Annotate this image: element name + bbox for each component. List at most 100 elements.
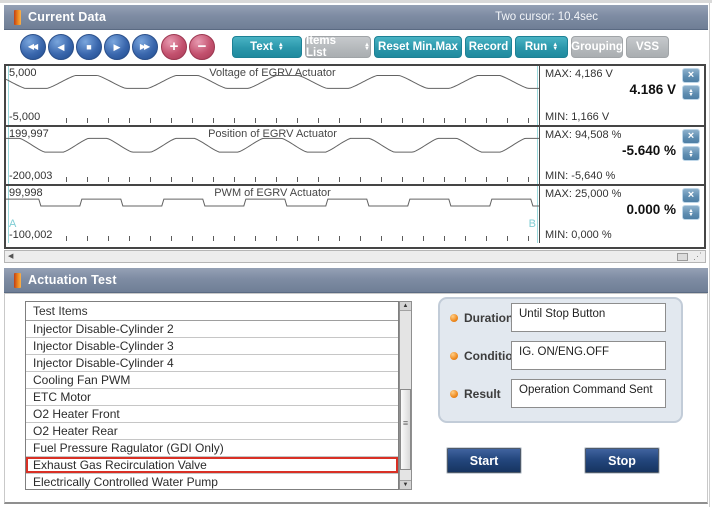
scrollbar-thumb[interactable] <box>677 253 688 261</box>
stop-button[interactable]: Stop <box>585 448 659 473</box>
list-item[interactable]: ETC Motor <box>26 389 398 406</box>
list-item[interactable]: O2 Heater Front <box>26 406 398 423</box>
rewind-button[interactable]: ◀◀ <box>20 34 46 60</box>
close-icon: × <box>688 190 694 201</box>
test-info-panel: Duration Until Stop Button Conditions IG… <box>438 297 683 423</box>
current-data-toolbar: ◀◀ ◀ ■ ▶ ▶▶ + − Text ▲▼ Items List ▲▼ Re… <box>4 30 708 64</box>
app-window: Current Data Two cursor: 10.4sec ◀◀ ◀ ■ … <box>0 0 712 510</box>
close-graph-button[interactable]: × <box>682 68 700 83</box>
list-item[interactable]: Electrically Controlled Water Pump <box>26 474 398 490</box>
list-item[interactable]: Injector Disable-Cylinder 2 <box>26 321 398 338</box>
down-arrow-icon: ▼ <box>688 93 693 97</box>
spinner-icon: ▲▼ <box>364 43 370 52</box>
actuation-test-titlebar: Actuation Test <box>4 268 708 293</box>
scroll-left-icon[interactable]: ◀ <box>8 252 13 260</box>
duration-value: Until Stop Button <box>511 303 666 332</box>
time-ticks <box>66 177 537 182</box>
cursor-b-label: B <box>529 218 536 230</box>
step-back-button[interactable]: ◀ <box>48 34 74 60</box>
thumb-grip-icon: ≡ <box>401 418 410 428</box>
scrollbar-thumb[interactable]: ≡ <box>400 389 411 470</box>
run-button[interactable]: Run ▲▼ <box>515 36 568 58</box>
time-ticks <box>66 118 537 123</box>
list-scrollbar[interactable]: ▲ ≡ ▼ <box>399 301 412 490</box>
play-button[interactable]: ▶ <box>104 34 130 60</box>
two-cursor-status: Two cursor: 10.4sec <box>495 11 598 23</box>
spinner-icon: ▲▼ <box>552 43 558 52</box>
grouping-button[interactable]: Grouping <box>571 36 623 58</box>
graph-plot: 5,000 Voltage of EGRV Actuator -5,000 <box>6 66 539 125</box>
window-top-edge <box>0 0 712 3</box>
spinner-icon: ▲▼ <box>278 43 284 52</box>
list-header: Test Items <box>26 302 398 321</box>
bullet-icon <box>450 352 458 360</box>
result-label: Result <box>450 387 501 401</box>
reset-minmax-button[interactable]: Reset Min.Max <box>374 36 462 58</box>
graph-strip-voltage: 5,000 Voltage of EGRV Actuator -5,000 MA… <box>6 66 704 125</box>
waveform <box>6 66 539 125</box>
start-button[interactable]: Start <box>447 448 521 473</box>
graph-buttons: × ▲▼ <box>680 186 704 243</box>
close-graph-button[interactable]: × <box>682 129 700 144</box>
scale-updown-button[interactable]: ▲▼ <box>682 146 700 161</box>
panel-title: Actuation Test <box>28 273 117 287</box>
current-value: -5.640 % <box>622 143 676 158</box>
panel-icon <box>14 273 21 288</box>
graph-area: 5,000 Voltage of EGRV Actuator -5,000 MA… <box>4 64 706 249</box>
y-axis-min-label: -5,000 <box>9 111 40 123</box>
duration-label: Duration <box>450 311 513 325</box>
list-item-selected[interactable]: Exhaust Gas Recirculation Valve <box>26 457 398 474</box>
scale-updown-button[interactable]: ▲▼ <box>682 85 700 100</box>
zoom-out-button[interactable]: − <box>189 34 215 60</box>
waveform <box>6 186 539 243</box>
down-arrow-icon: ▼ <box>688 154 693 158</box>
close-icon: × <box>688 131 694 142</box>
result-value: Operation Command Sent <box>511 379 666 408</box>
graph-buttons: × ▲▼ <box>680 127 704 184</box>
panel-icon <box>14 10 21 25</box>
stop-playback-button[interactable]: ■ <box>76 34 102 60</box>
y-axis-min-label: -200,003 <box>9 170 52 182</box>
graph-strip-pwm: 99,998 PWM of EGRV Actuator A B -100,002… <box>6 184 704 243</box>
list-item[interactable]: O2 Heater Rear <box>26 423 398 440</box>
y-axis-min-label: -100,002 <box>9 229 52 241</box>
window-right-edge <box>709 3 710 507</box>
scroll-down-icon[interactable]: ▼ <box>400 480 411 489</box>
fast-forward-button[interactable]: ▶▶ <box>132 34 158 60</box>
scale-updown-button[interactable]: ▲▼ <box>682 205 700 220</box>
bullet-icon <box>450 314 458 322</box>
items-list-button[interactable]: Items List ▲▼ <box>305 36 371 58</box>
max-value: MAX: 25,000 % <box>545 188 621 200</box>
current-value: 4.186 V <box>629 82 676 97</box>
panel-title: Current Data <box>28 10 106 24</box>
max-value: MAX: 94,508 % <box>545 129 621 141</box>
horizontal-scrollbar[interactable]: ◀ ⋰ <box>4 250 706 263</box>
current-data-titlebar: Current Data Two cursor: 10.4sec <box>4 5 708 30</box>
bullet-icon <box>450 390 458 398</box>
min-value: MIN: -5,640 % <box>545 170 615 182</box>
text-mode-button[interactable]: Text ▲▼ <box>232 36 302 58</box>
conditions-value: IG. ON/ENG.OFF <box>511 341 666 370</box>
close-icon: × <box>688 70 694 81</box>
graph-values: MAX: 94,508 % -5.640 % MIN: -5,640 % <box>539 127 680 184</box>
close-graph-button[interactable]: × <box>682 188 700 203</box>
vss-button[interactable]: VSS <box>626 36 669 58</box>
graph-plot: 99,998 PWM of EGRV Actuator A B -100,002 <box>6 186 539 243</box>
list-item[interactable]: Injector Disable-Cylinder 4 <box>26 355 398 372</box>
graph-plot: 199,997 Position of EGRV Actuator -200,0… <box>6 127 539 184</box>
graph-values: MAX: 25,000 % 0.000 % MIN: 0,000 % <box>539 186 680 243</box>
list-item[interactable]: Injector Disable-Cylinder 3 <box>26 338 398 355</box>
time-ticks <box>66 236 537 241</box>
zoom-in-button[interactable]: + <box>161 34 187 60</box>
list-item[interactable]: Fuel Pressure Ragulator (GDI Only) <box>26 440 398 457</box>
max-value: MAX: 4,186 V <box>545 68 613 80</box>
graph-values: MAX: 4,186 V 4.186 V MIN: 1,166 V <box>539 66 680 125</box>
min-value: MIN: 1,166 V <box>545 111 609 123</box>
current-value: 0.000 % <box>626 202 676 217</box>
min-value: MIN: 0,000 % <box>545 229 612 241</box>
scroll-up-icon[interactable]: ▲ <box>400 302 411 311</box>
waveform <box>6 127 539 184</box>
list-item[interactable]: Cooling Fan PWM <box>26 372 398 389</box>
record-button[interactable]: Record <box>465 36 512 58</box>
resize-handle-icon[interactable]: ⋰ <box>693 251 702 262</box>
